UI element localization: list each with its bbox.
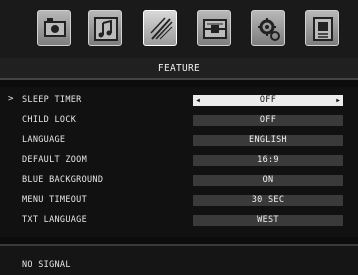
menu-row-value: 30 SEC — [251, 195, 285, 205]
menu-row-language[interactable]: LANGUAGE ENGLISH — [0, 130, 358, 150]
menu-row-default-zoom[interactable]: DEFAULT ZOOM 16:9 — [0, 150, 358, 170]
menu-row-label: SLEEP TIMER — [22, 95, 82, 105]
signal-status: NO SIGNAL — [22, 260, 71, 270]
feature-menu: > SLEEP TIMER ◀ OFF ▶ CHILD LOCK OFF LAN… — [0, 87, 358, 237]
setup-gear-icon[interactable] — [251, 10, 285, 46]
menu-row-sleep-timer[interactable]: > SLEEP TIMER ◀ OFF ▶ — [0, 90, 358, 110]
menu-row-label: DEFAULT ZOOM — [22, 155, 88, 165]
value-selector[interactable]: OFF — [193, 115, 343, 126]
menu-row-blue-background[interactable]: BLUE BACKGROUND ON — [0, 170, 358, 190]
menu-row-label: LANGUAGE — [22, 135, 66, 145]
feature-icon[interactable] — [143, 10, 177, 46]
menu-row-value: OFF — [259, 115, 277, 125]
value-selector[interactable]: ENGLISH — [193, 135, 343, 146]
value-selector[interactable]: 30 SEC — [193, 195, 343, 206]
status-footer: NO SIGNAL — [0, 244, 358, 275]
picture-icon[interactable] — [37, 10, 71, 46]
arrow-right-icon[interactable]: ▶ — [333, 95, 343, 106]
menu-row-value: ENGLISH — [249, 135, 287, 145]
menu-row-child-lock[interactable]: CHILD LOCK OFF — [0, 110, 358, 130]
input-source-icon[interactable] — [197, 10, 231, 46]
music-note-icon[interactable] — [88, 10, 122, 46]
menu-row-label: MENU TIMEOUT — [22, 195, 88, 205]
osd-menu: FEATURE > SLEEP TIMER ◀ OFF ▶ CHILD LOCK… — [0, 0, 358, 275]
page-title: FEATURE — [157, 63, 201, 74]
channel-list-icon[interactable] — [305, 10, 339, 46]
selection-cursor: > — [8, 94, 14, 104]
menu-row-value: WEST — [257, 215, 279, 225]
menu-row-menu-timeout[interactable]: MENU TIMEOUT 30 SEC — [0, 190, 358, 210]
menu-row-value: ON — [262, 175, 274, 185]
value-selector[interactable]: ON — [193, 175, 343, 186]
menu-row-value: OFF — [259, 95, 277, 105]
menu-row-label: BLUE BACKGROUND — [22, 175, 104, 185]
value-selector[interactable]: 16:9 — [193, 155, 343, 166]
category-icon-bar — [0, 0, 358, 58]
menu-row-label: TXT LANGUAGE — [22, 215, 88, 225]
value-selector[interactable]: ◀ OFF ▶ — [193, 95, 343, 106]
value-selector[interactable]: WEST — [193, 215, 343, 226]
menu-row-txt-language[interactable]: TXT LANGUAGE WEST — [0, 210, 358, 230]
title-band: FEATURE — [0, 58, 358, 80]
menu-row-label: CHILD LOCK — [22, 115, 77, 125]
menu-row-value: 16:9 — [257, 155, 279, 165]
